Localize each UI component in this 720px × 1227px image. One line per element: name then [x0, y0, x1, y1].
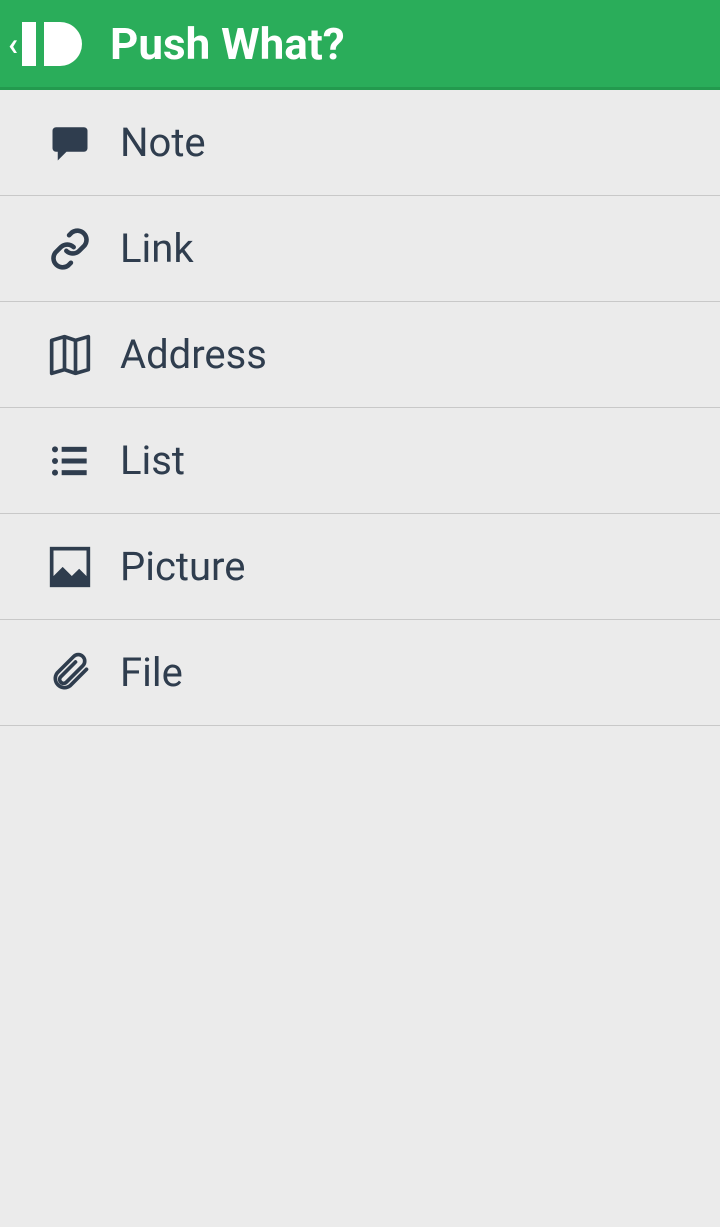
page-title: Push What? — [110, 18, 345, 70]
list-icon — [48, 439, 92, 483]
list-item-address[interactable]: Address — [0, 302, 720, 408]
list-item-label: Note — [120, 119, 206, 166]
link-icon — [48, 227, 92, 271]
list-item-file[interactable]: File — [0, 620, 720, 726]
list-item-label: Address — [120, 331, 267, 378]
app-header: ‹ Push What? — [0, 0, 720, 90]
push-type-list: Note Link Address — [0, 90, 720, 726]
list-item-note[interactable]: Note — [0, 90, 720, 196]
app-logo-icon — [22, 20, 82, 68]
note-icon — [48, 121, 92, 165]
file-icon — [48, 651, 92, 695]
list-item-picture[interactable]: Picture — [0, 514, 720, 620]
list-item-link[interactable]: Link — [0, 196, 720, 302]
list-item-label: File — [120, 649, 183, 696]
list-item-label: List — [120, 437, 185, 484]
list-item-label: Link — [120, 225, 194, 272]
back-button[interactable]: ‹ — [8, 20, 82, 68]
list-item-list[interactable]: List — [0, 408, 720, 514]
address-icon — [48, 333, 92, 377]
picture-icon — [48, 545, 92, 589]
list-item-label: Picture — [120, 543, 245, 590]
back-chevron-icon: ‹ — [8, 25, 18, 63]
